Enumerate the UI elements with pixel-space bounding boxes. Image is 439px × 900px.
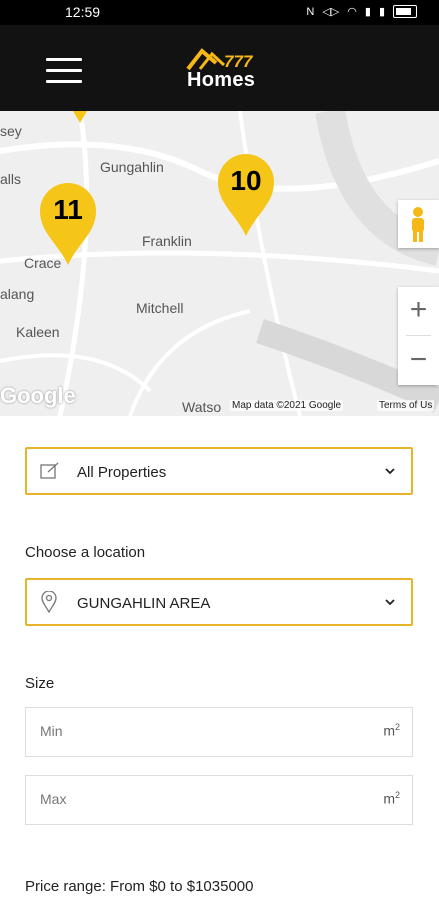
hamburger-line-icon [46,69,82,72]
status-icons: N ◁▷ ◠ ▮ ▮ [306,5,417,18]
status-bar: 12:59 N ◁▷ ◠ ▮ ▮ [0,0,439,25]
map-marker[interactable]: 11 [38,181,98,269]
google-logo: Google [0,383,76,408]
status-time: 12:59 [65,4,101,20]
nfc-icon: N [306,5,315,18]
map-marker[interactable]: 10 [216,152,276,240]
location-label: Choose a location [25,544,146,561]
terms-link[interactable]: Terms of Us [377,400,435,411]
size-min-input[interactable] [38,722,342,740]
map-label: Kaleen [16,324,60,340]
signal-icon: ▮ [364,6,371,18]
vibrate-icon: ◁▷ [322,6,340,18]
zoom-in-button[interactable]: + [398,287,439,335]
unit-label: m2 [383,722,400,739]
map-label: alang [0,286,35,302]
logo: 777 Homes [186,45,266,95]
hamburger-line-icon [46,80,82,83]
price-range-label: Price range: From $0 to $1035000 [25,878,254,895]
pegman-icon [412,207,424,242]
unit-label: m2 [383,790,400,807]
wifi-icon: ◠ [347,6,357,18]
map-label: sey [0,123,22,139]
battery-icon [393,5,417,18]
map-label: Watso [182,399,222,415]
menu-button[interactable] [46,58,82,84]
location-pin-icon [41,591,57,613]
hamburger-line-icon [46,58,82,61]
map-label: Gungahlin [100,159,164,175]
map-label: Mitchell [136,300,184,316]
map-data-label: Map data ©2021 Google [230,400,344,411]
signal-icon-2: ▮ [378,6,385,18]
map[interactable]: sey Gungahlin alls Franklin Crace alang … [0,111,439,416]
size-max-field[interactable]: m2 [25,775,413,825]
marker-count: 10 [230,165,262,196]
edit-icon [40,462,59,479]
location-value: GUNGAHLIN AREA [77,595,211,612]
chevron-down-icon [385,468,395,475]
zoom-controls: + − [398,287,439,385]
app-header: 777 Homes [0,25,439,111]
logo-text: Homes [187,69,256,91]
size-max-input[interactable] [38,790,342,808]
property-type-value: All Properties [77,464,167,481]
map-marker-icon[interactable] [62,111,98,129]
map-label: alls [0,171,22,187]
chevron-down-icon [385,599,395,606]
location-select[interactable]: GUNGAHLIN AREA [25,578,413,626]
zoom-out-button[interactable]: − [398,337,439,385]
size-min-field[interactable]: m2 [25,707,413,757]
map-label: Franklin [142,233,192,249]
size-label: Size [25,675,55,692]
marker-count: 11 [53,194,83,225]
street-view-button[interactable] [398,200,439,248]
property-type-select[interactable]: All Properties [25,447,413,495]
